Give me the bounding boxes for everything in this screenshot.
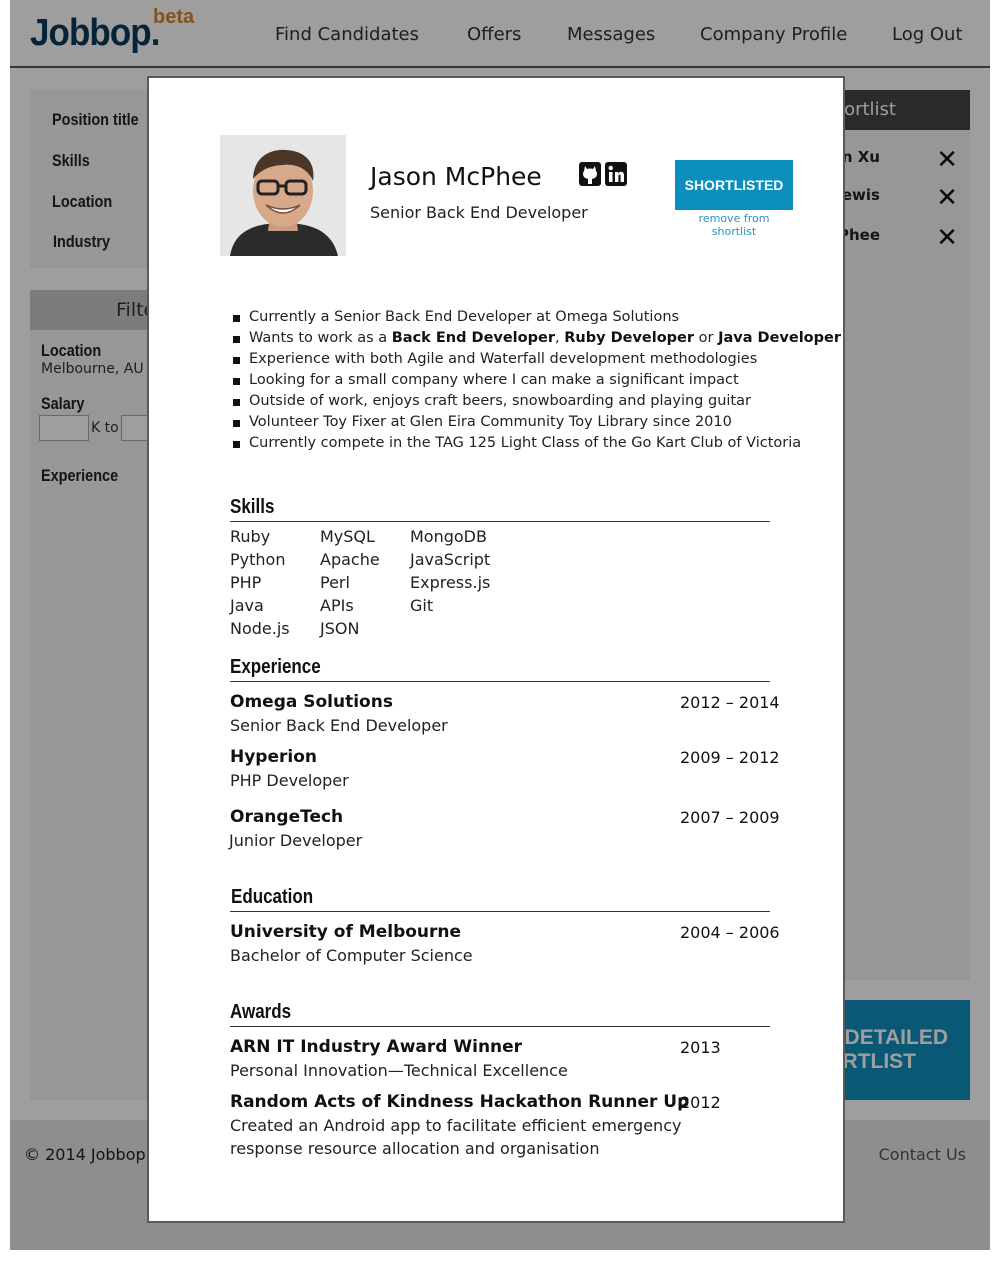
highlight-separator: or (694, 330, 719, 346)
award-description: Created an Android app to facilitate eff… (230, 1116, 682, 1135)
skill-item: APIs (320, 596, 354, 615)
award-year: 2013 (680, 1038, 721, 1057)
linkedin-icon[interactable] (605, 162, 627, 186)
bullet-icon (233, 399, 240, 406)
candidate-highlights: Currently a Senior Back End Developer at… (231, 307, 841, 454)
school-name: University of Melbourne (230, 922, 462, 942)
list-item: Experience with both Agile and Waterfall… (231, 349, 831, 370)
job-role: Senior Back End Developer (230, 716, 448, 735)
list-item: Currently a Senior Back End Developer at… (231, 307, 831, 328)
list-item: Looking for a small company where I can … (231, 370, 831, 391)
degree-name: Bachelor of Computer Science (230, 946, 473, 965)
remove-from-shortlist-link[interactable]: remove from shortlist (675, 212, 793, 238)
highlight-text: Outside of work, enjoys craft beers, sno… (249, 393, 751, 409)
candidate-photo (220, 135, 346, 256)
skills-heading: Skills (230, 496, 275, 518)
skill-item: Express.js (410, 573, 491, 592)
job-dates: 2007 – 2009 (680, 808, 780, 827)
highlight-separator: , (554, 330, 565, 346)
github-icon[interactable] (579, 162, 601, 186)
bullet-icon (233, 336, 240, 343)
candidate-name: Jason McPhee (370, 162, 542, 191)
skill-item: JavaScript (410, 550, 491, 569)
education-heading: Education (231, 886, 314, 908)
bullet-icon (233, 357, 240, 364)
shortlisted-button[interactable]: SHORTLISTED (675, 160, 793, 210)
skill-item: Git (410, 596, 434, 615)
avatar (220, 135, 346, 256)
section-divider (230, 521, 770, 522)
section-divider (230, 1026, 770, 1027)
job-dates: 2009 – 2012 (680, 748, 780, 767)
company-name: Omega Solutions (230, 692, 393, 712)
list-item: Wants to work as a Back End Developer, R… (231, 328, 841, 349)
bullet-icon (233, 315, 240, 322)
skill-item: Node.js (230, 619, 290, 638)
bullet-icon (233, 420, 240, 427)
list-item: Outside of work, enjoys craft beers, sno… (231, 391, 831, 412)
skill-item: Perl (320, 573, 350, 592)
award-description: response resource allocation and organis… (230, 1139, 600, 1158)
award-name: ARN IT Industry Award Winner (230, 1037, 523, 1057)
highlight-text: Experience with both Agile and Waterfall… (249, 351, 758, 367)
job-role: Junior Developer (229, 831, 363, 850)
award-name: Random Acts of Kindness Hackathon Runner… (230, 1092, 690, 1112)
bullet-icon (233, 378, 240, 385)
skill-item: Python (230, 550, 286, 569)
highlight-text: Currently compete in the TAG 125 Light C… (249, 435, 802, 451)
skill-item: Apache (320, 550, 380, 569)
candidate-title: Senior Back End Developer (370, 203, 588, 222)
experience-heading: Experience (230, 656, 321, 678)
company-name: OrangeTech (230, 807, 344, 827)
candidate-profile-modal: Jason McPhee Senior Back End Developer S… (147, 76, 845, 1223)
highlight-text: Volunteer Toy Fixer at Glen Eira Communi… (249, 414, 732, 430)
section-divider (230, 681, 770, 682)
job-dates: 2012 – 2014 (680, 693, 780, 712)
award-description: Personal Innovation—Technical Excellence (230, 1061, 568, 1080)
awards-heading: Awards (230, 1001, 292, 1023)
section-divider (230, 911, 770, 912)
highlight-text: Looking for a small company where I can … (249, 372, 739, 388)
skill-item: MongoDB (410, 527, 487, 546)
company-name: Hyperion (230, 747, 318, 767)
highlight-text: Wants to work as a (249, 330, 392, 346)
skill-item: Java (230, 596, 264, 615)
desired-role: Java Developer (718, 330, 842, 346)
job-role: PHP Developer (230, 771, 349, 790)
skill-item: Ruby (230, 527, 271, 546)
desired-role: Back End Developer (391, 330, 555, 346)
list-item: Currently compete in the TAG 125 Light C… (231, 433, 831, 454)
skill-item: PHP (230, 573, 262, 592)
bullet-icon (233, 441, 240, 448)
skill-item: MySQL (320, 527, 375, 546)
highlight-text: Currently a Senior Back End Developer at… (249, 309, 680, 325)
list-item: Volunteer Toy Fixer at Glen Eira Communi… (231, 412, 831, 433)
skill-item: JSON (320, 619, 360, 638)
desired-role: Ruby Developer (564, 330, 695, 346)
education-dates: 2004 – 2006 (680, 923, 780, 942)
award-year: 2012 (680, 1093, 721, 1112)
